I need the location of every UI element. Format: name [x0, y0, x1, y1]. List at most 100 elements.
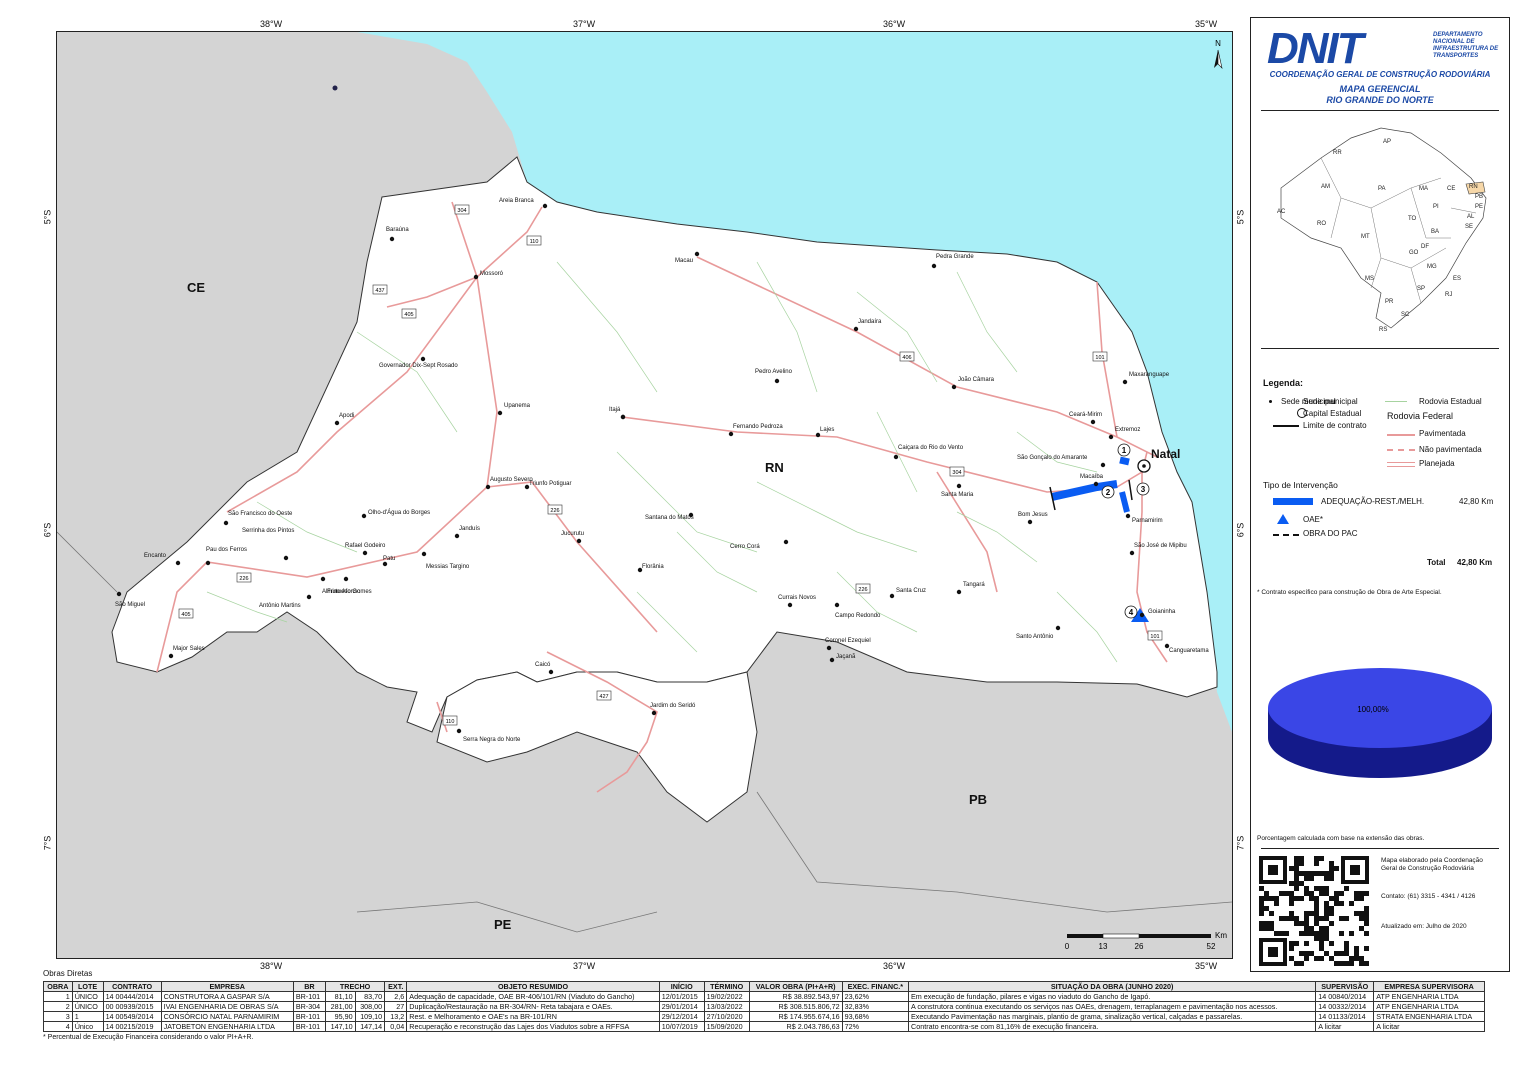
city-dot[interactable] — [1129, 550, 1135, 556]
intervention-marker[interactable]: 1 — [1117, 443, 1131, 457]
city-dot[interactable] — [1100, 462, 1106, 468]
city-dot[interactable] — [283, 555, 289, 561]
city-dot[interactable] — [853, 326, 859, 332]
table-cell: R$ 38.892.543,97 — [748, 991, 843, 1002]
city-dot[interactable] — [1108, 434, 1114, 440]
city-dot[interactable] — [787, 602, 793, 608]
city-dot[interactable] — [889, 593, 895, 599]
city-dot[interactable] — [956, 589, 962, 595]
city-dot[interactable] — [382, 561, 388, 567]
city-dot[interactable] — [1125, 513, 1131, 519]
city-dot[interactable] — [1090, 419, 1096, 425]
city-dot[interactable] — [815, 432, 821, 438]
state-label-ce: CE — [187, 280, 205, 295]
city-label: São Miguel — [115, 602, 145, 608]
map-canvas[interactable]: Areia Branca Baraúna Mossoró Governador Dix… — [57, 32, 1232, 958]
city-dot[interactable] — [956, 483, 962, 489]
coord-top-35w: 35°W — [1195, 19, 1218, 29]
city-dot[interactable] — [389, 236, 395, 242]
city-label: Extremoz — [1115, 427, 1140, 433]
city-dot[interactable] — [1122, 379, 1128, 385]
city-label: João Câmara — [958, 377, 995, 383]
city-dot[interactable] — [893, 454, 899, 460]
city-label: Tangará — [963, 582, 985, 588]
city-dot[interactable] — [728, 431, 734, 437]
table-body: 1 ÚNICO 14 00444/2014 CONSTRUTORA A GASPAR … — [43, 991, 1485, 1032]
table-cell: 23,62% — [841, 991, 910, 1002]
city-dot[interactable] — [1027, 519, 1033, 525]
table-cell: Executando Pavimentação nas marginais, p… — [908, 1011, 1317, 1022]
map-title-1: MAPA GERENCIAL — [1339, 84, 1421, 94]
city-dot[interactable] — [306, 594, 312, 600]
city-dot[interactable] — [651, 710, 657, 716]
city-dot[interactable] — [576, 538, 582, 544]
city-dot[interactable] — [421, 551, 427, 557]
city-dot[interactable] — [362, 550, 368, 556]
qr-code-icon[interactable] — [1259, 856, 1369, 966]
city-dot[interactable] — [343, 576, 349, 582]
city-dot[interactable] — [1055, 625, 1061, 631]
table-cell: 1 — [43, 991, 73, 1002]
table-row[interactable]: 2 ÚNICO 00 00939/2015 IVAI ENGENHARIA DE OB… — [43, 1001, 1485, 1012]
city-dot[interactable] — [1093, 481, 1099, 487]
table-cell: 95,90 — [325, 1011, 356, 1022]
city-dot[interactable] — [1139, 612, 1145, 618]
city-label: São Gonçalo do Amarante — [1017, 455, 1088, 461]
city-label: Cerro Corá — [730, 544, 760, 550]
city-dot[interactable] — [829, 657, 835, 663]
table-row[interactable]: 3 1 14 00549/2014 CONSÓRCIO NATAL PARNAMIRI… — [43, 1011, 1485, 1022]
city-dot[interactable] — [694, 251, 700, 257]
city-dot[interactable] — [320, 576, 326, 582]
obras-table: OBRA LOTE CONTRATO EMPRESA BR TRECHO EXT. OBJET… — [43, 981, 1485, 1032]
intervention-marker[interactable]: 4 — [1124, 605, 1138, 619]
intervention-marker[interactable]: 3 — [1136, 482, 1150, 496]
capital-symbol[interactable] — [1137, 459, 1151, 473]
table-cell: Adequação de capacidade, OAE BR-406/101/… — [406, 991, 660, 1002]
map-title-2: RIO GRANDE DO NORTE — [1326, 95, 1434, 105]
city-dot[interactable] — [361, 513, 367, 519]
city-dot[interactable] — [334, 420, 340, 426]
inset-state-label: RO — [1317, 221, 1326, 227]
coord-bottom-35w: 35°W — [1195, 961, 1218, 971]
map-frame[interactable]: Areia Branca Baraúna Mossoró Governador Dix… — [56, 31, 1233, 959]
city-label: Jucurutu — [561, 531, 584, 537]
city-label: Santa Cruz — [896, 588, 926, 594]
table-row[interactable]: 4 Único 14 00215/2019 JATOBETON ENGENHARIA … — [43, 1021, 1485, 1032]
table-header-cell: EMPRESA — [160, 981, 294, 992]
table-row[interactable]: 1 ÚNICO 14 00444/2014 CONSTRUTORA A GASPAR … — [43, 991, 1485, 1002]
inset-state-label: PE — [1475, 204, 1483, 210]
city-dot[interactable] — [834, 602, 840, 608]
city-dot[interactable] — [931, 263, 937, 269]
city-dot[interactable] — [826, 645, 832, 651]
city-dot[interactable] — [175, 560, 181, 566]
inset-state-label: GO — [1409, 250, 1419, 256]
city-dot[interactable] — [542, 203, 548, 209]
total-label: Total — [1427, 558, 1446, 567]
svg-text:226: 226 — [239, 576, 248, 582]
intervention-marker[interactable]: 2 — [1101, 485, 1115, 499]
city-dot[interactable] — [485, 484, 491, 490]
table-cell: Contrato encontra-se com 81,16% de execu… — [908, 1021, 1317, 1032]
city-dot[interactable] — [456, 728, 462, 734]
svg-text:101: 101 — [1095, 355, 1104, 361]
city-dot[interactable] — [951, 384, 957, 390]
table-cell: ÚNICO — [71, 1001, 104, 1012]
city-dot[interactable] — [454, 533, 460, 539]
city-dot[interactable] — [420, 356, 426, 362]
city-dot[interactable] — [774, 378, 780, 384]
city-dot[interactable] — [620, 414, 626, 420]
city-dot[interactable] — [497, 410, 503, 416]
city-dot[interactable] — [205, 560, 211, 566]
city-dot[interactable] — [548, 669, 554, 675]
highway-shield: 405 — [178, 608, 194, 619]
city-dot[interactable] — [473, 274, 479, 280]
svg-text:Km: Km — [1215, 931, 1227, 940]
city-label: Florânia — [642, 564, 664, 570]
city-label: Caiçara do Rio do Vento — [898, 445, 964, 451]
city-dot[interactable] — [783, 539, 789, 545]
highway-shield: 101 — [1092, 351, 1108, 362]
table-header-cell: OBJETO RESUMIDO — [406, 981, 660, 992]
city-dot[interactable] — [116, 591, 122, 597]
city-dot[interactable] — [223, 520, 229, 526]
city-dot[interactable] — [168, 653, 174, 659]
